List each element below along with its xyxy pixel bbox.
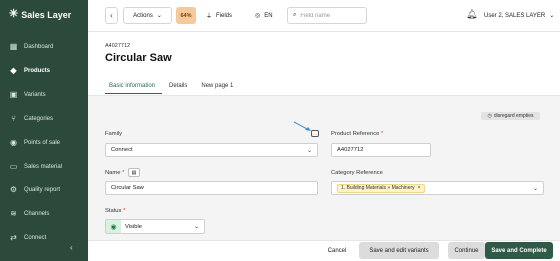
status-label: Status *	[105, 208, 126, 214]
sidebar-item-label: Variants	[24, 92, 46, 98]
chevron-down-icon: ⌄	[532, 185, 538, 192]
translate-icon[interactable]: ▤	[128, 168, 140, 177]
quality-icon: ⚙	[9, 185, 18, 194]
language-label: EN	[264, 12, 273, 19]
sidebar-item-sales-material[interactable]: ▭ Sales material	[0, 158, 88, 176]
continue-button[interactable]: Continue	[448, 242, 485, 259]
sidebar-item-points-of-sale[interactable]: ◉ Points of sale	[0, 134, 88, 152]
name-label-text: Name	[105, 170, 121, 176]
sidebar-item-label: Dashboard	[24, 44, 54, 50]
tab-details[interactable]: Details	[162, 78, 194, 94]
category-chip-label: 1. Building Materials » Machinery	[341, 185, 415, 191]
family-label: Family	[105, 131, 123, 137]
tab-bar: Basic information Details New page 1	[105, 78, 240, 94]
chevron-down-icon: ⌄	[193, 224, 199, 230]
chevron-down-icon: ⌄	[156, 13, 162, 19]
sidebar-item-categories[interactable]: ⑂ Categories	[0, 110, 88, 128]
filter-icon: ⏚	[206, 14, 213, 20]
field-search[interactable]: ⌕	[287, 7, 367, 24]
tab-basic-information[interactable]: Basic information	[105, 78, 163, 94]
variants-icon: ▣	[9, 90, 18, 99]
collapse-sidebar-chevron-icon[interactable]: ‹	[70, 243, 73, 252]
sidebar-item-label: Products	[24, 68, 51, 74]
disregard-label: disregard empties	[493, 113, 534, 119]
name-field[interactable]: Circular Saw	[105, 181, 318, 195]
grid-icon: ▦	[9, 42, 18, 51]
family-select[interactable]: Connect ⌄	[105, 143, 318, 157]
chevron-left-icon: ‹	[110, 11, 113, 20]
sidebar-item-label: Connect	[24, 235, 47, 241]
completeness-badge: 64%	[176, 7, 196, 24]
family-value: Connect	[111, 147, 133, 153]
back-button[interactable]: ‹	[105, 7, 118, 24]
comment-icon[interactable]: …	[311, 130, 319, 137]
search-input[interactable]	[300, 12, 361, 19]
clock-icon: ◷	[487, 113, 492, 119]
category-reference-label: Category Reference	[331, 170, 383, 176]
brand-logo[interactable]: ✳ Sales Layer	[9, 9, 71, 20]
bell-icon[interactable]: 🔔︎	[466, 9, 477, 20]
sidebar-item-connect[interactable]: ⇄ Connect	[0, 229, 88, 247]
remove-chip-icon[interactable]: ×	[418, 185, 421, 191]
globe-icon: ◎	[255, 13, 261, 19]
save-and-edit-variants-button[interactable]: Save and edit variants	[359, 242, 439, 259]
sidebar-item-label: Sales material	[24, 164, 63, 170]
name-value: Circular Saw	[111, 185, 144, 191]
eye-icon: ◉	[106, 220, 121, 233]
layers-icon: ≋	[10, 209, 17, 218]
cancel-button[interactable]: Cancel	[323, 242, 351, 259]
sales-layer-logo-icon: ✳	[9, 8, 19, 20]
search-icon: ⌕	[293, 12, 297, 18]
sidebar-item-products[interactable]: ◆ Products	[0, 62, 88, 80]
user-menu[interactable]: User 2, SALES LAYER ⌄	[484, 7, 554, 24]
chevron-down-icon: ⌄	[306, 147, 312, 154]
category-reference-select[interactable]: 1. Building Materials » Machinery × ⌄	[331, 181, 544, 195]
fields-label: Fields	[216, 12, 233, 19]
page-title: Circular Saw	[105, 52, 172, 64]
sidebar-item-quality-report[interactable]: ⚙ Quality report	[0, 181, 88, 199]
status-label-text: Status	[105, 208, 122, 214]
location-icon: ◉	[10, 138, 17, 147]
card-icon: ▭	[9, 162, 18, 171]
product-id: A4027712	[105, 43, 131, 49]
sidebar-item-label: Quality report	[24, 187, 61, 193]
sidebar-item-label: Categories	[24, 116, 54, 122]
connect-icon: ⇄	[10, 233, 17, 242]
disregard-empties-toggle[interactable]: ◷ disregard empties	[481, 112, 540, 120]
sidebar-item-label: Points of sale	[24, 140, 61, 146]
actions-label: Actions	[133, 12, 153, 19]
save-and-complete-button[interactable]: Save and Complete	[485, 242, 553, 259]
top-toolbar: ‹ Actions ⌄ 64% ⏚ Fields ◎ EN ⌕ 🔔︎ User …	[88, 0, 560, 32]
status-value: Visible	[125, 223, 142, 230]
sidebar: ✳ Sales Layer ▦ Dashboard ◆ Products ▣ V…	[0, 0, 88, 261]
sidebar-item-variants[interactable]: ▣ Variants	[0, 86, 88, 104]
product-reference-label: Product Reference *	[331, 131, 384, 137]
product-reference-label-text: Product Reference	[331, 131, 380, 137]
tab-new-page-1[interactable]: New page 1	[194, 78, 240, 94]
fields-filter-button[interactable]: ⏚ Fields	[206, 7, 232, 24]
sidebar-item-label: Channels	[24, 211, 50, 217]
brand-name: Sales Layer	[21, 9, 72, 20]
product-reference-field[interactable]: A4027712	[331, 143, 431, 157]
user-name: User 2, SALES LAYER	[484, 12, 546, 19]
chevron-down-icon: ⌄	[549, 13, 555, 19]
language-selector[interactable]: ◎ EN	[255, 7, 273, 24]
category-chip: 1. Building Materials » Machinery ×	[337, 183, 425, 193]
tag-icon: ◆	[10, 66, 17, 75]
sidebar-item-dashboard[interactable]: ▦ Dashboard	[0, 38, 88, 56]
product-reference-value: A4027712	[337, 147, 364, 153]
actions-dropdown[interactable]: Actions ⌄	[123, 7, 172, 24]
status-select[interactable]: ◉ Visible ⌄	[105, 219, 205, 234]
footer-action-bar: Cancel Save and edit variants Continue S…	[88, 240, 560, 261]
sidebar-item-channels[interactable]: ≋ Channels	[0, 205, 88, 223]
name-label: Name *	[105, 170, 125, 176]
tree-icon: ⑂	[11, 114, 16, 123]
